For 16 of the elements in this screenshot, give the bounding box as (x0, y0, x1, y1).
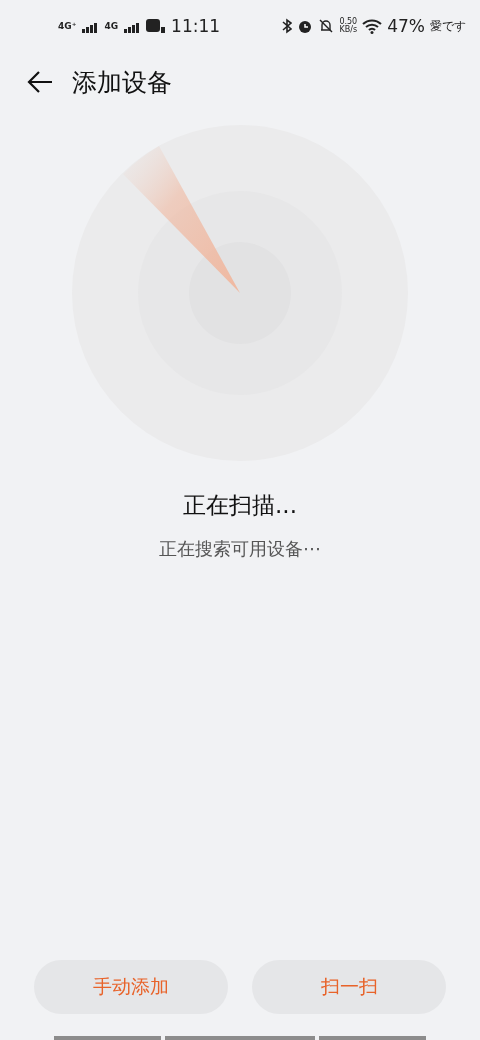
action-button[interactable]: 手动添加 (34, 960, 228, 1014)
carrier-label: 愛です (430, 17, 466, 35)
back-icon[interactable] (26, 70, 54, 94)
alarm-icon (297, 18, 314, 34)
network-label: 4G⁺ (58, 21, 77, 31)
network-label: 4G (104, 21, 119, 31)
speed-label: 0.50 KB/s (339, 18, 358, 34)
action-button[interactable]: 扫一扫 (252, 960, 446, 1014)
page-title: 添加设备 (72, 66, 172, 99)
wifi-icon (362, 18, 383, 34)
time-label: 11:11 (171, 16, 221, 36)
scan-subtitle: 正在搜索可用设备⋯ (158, 537, 322, 561)
bell-off-icon (318, 18, 335, 34)
battery-label: 47% (387, 16, 425, 36)
scan-title: 正在扫描... (182, 491, 298, 520)
bluetooth-icon (282, 18, 293, 34)
